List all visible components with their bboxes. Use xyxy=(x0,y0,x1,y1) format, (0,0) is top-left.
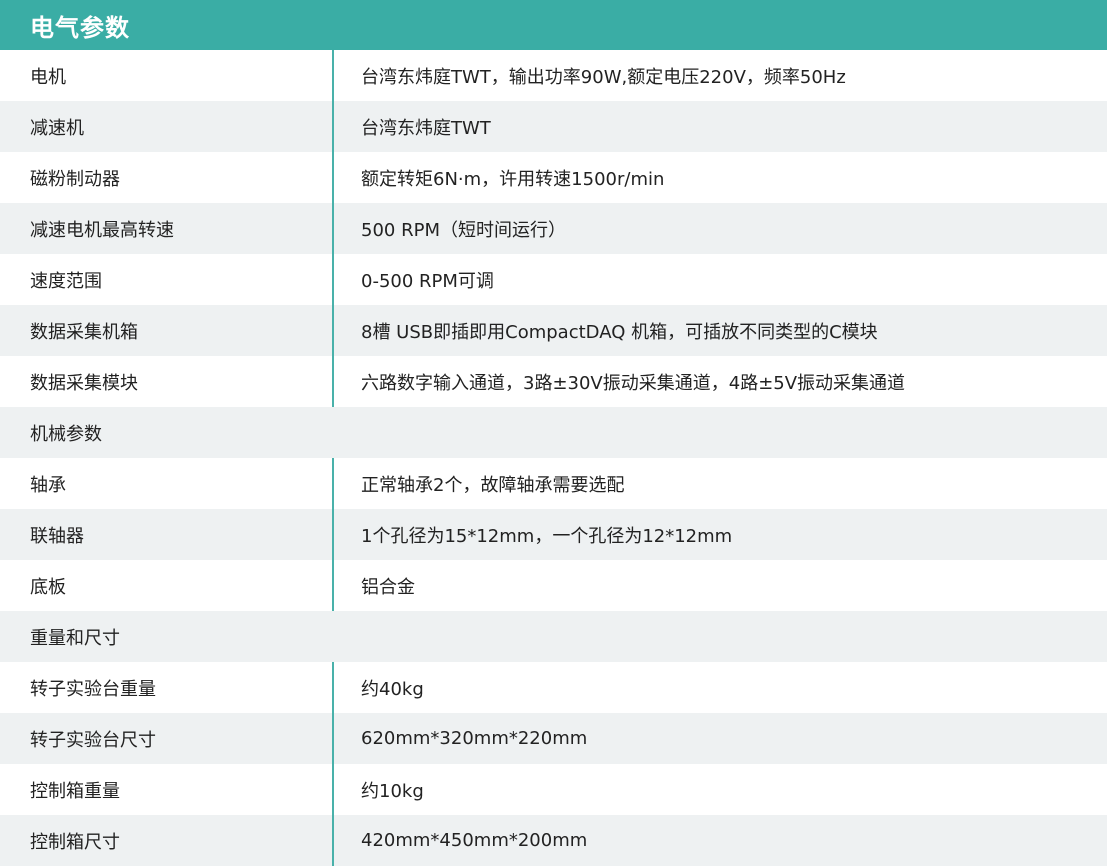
spec-row: 控制箱重量 约10kg xyxy=(0,764,1107,815)
spec-value: 台湾东炜庭TWT xyxy=(361,117,491,139)
section-header-electrical: 电气参数 xyxy=(0,0,1107,50)
spec-label: 减速电机最高转速 xyxy=(0,203,334,254)
spec-row: 转子实验台尺寸 620mm*320mm*220mm xyxy=(0,713,1107,764)
spec-value: 台湾东炜庭TWT，输出功率90W,额定电压220V，频率50Hz xyxy=(361,66,846,88)
spec-row: 速度范围 0-500 RPM可调 xyxy=(0,254,1107,305)
spec-value: 620mm*320mm*220mm xyxy=(361,728,588,749)
spec-label: 磁粉制动器 xyxy=(0,152,334,203)
spec-value: 1个孔径为15*12mm，一个孔径为12*12mm xyxy=(361,525,733,547)
spec-row: 转子实验台重量 约40kg xyxy=(0,662,1107,713)
spec-value: 额定转矩6N·m，许用转速1500r/min xyxy=(361,168,665,190)
spec-row: 数据采集模块 六路数字输入通道，3路±30V振动采集通道，4路±5V振动采集通道 xyxy=(0,356,1107,407)
spec-value: 六路数字输入通道，3路±30V振动采集通道，4路±5V振动采集通道 xyxy=(361,372,906,394)
section-row-weight-size: 重量和尺寸 xyxy=(0,611,1107,662)
spec-row: 减速电机最高转速 500 RPM（短时间运行） xyxy=(0,203,1107,254)
spec-sheet: 电气参数 电机 台湾东炜庭TWT，输出功率90W,额定电压220V，频率50Hz… xyxy=(0,0,1107,866)
spec-value: 0-500 RPM可调 xyxy=(361,270,494,292)
spec-row: 控制箱尺寸 420mm*450mm*200mm xyxy=(0,815,1107,866)
spec-label: 速度范围 xyxy=(0,254,334,305)
spec-row: 减速机 台湾东炜庭TWT xyxy=(0,101,1107,152)
spec-row: 轴承 正常轴承2个，故障轴承需要选配 xyxy=(0,458,1107,509)
spec-value: 约40kg xyxy=(361,678,424,700)
spec-value: 420mm*450mm*200mm xyxy=(361,830,588,851)
spec-row: 联轴器 1个孔径为15*12mm，一个孔径为12*12mm xyxy=(0,509,1107,560)
spec-row: 数据采集机箱 8槽 USB即插即用CompactDAQ 机箱，可插放不同类型的C… xyxy=(0,305,1107,356)
spec-label: 转子实验台重量 xyxy=(0,662,334,713)
section-title: 电气参数 xyxy=(30,13,130,42)
spec-label: 联轴器 xyxy=(0,509,334,560)
spec-row: 电机 台湾东炜庭TWT，输出功率90W,额定电压220V，频率50Hz xyxy=(0,50,1107,101)
section-label: 重量和尺寸 xyxy=(30,627,120,649)
spec-value: 约10kg xyxy=(361,780,424,802)
section-row-mechanical: 机械参数 xyxy=(0,407,1107,458)
spec-label: 数据采集模块 xyxy=(0,356,334,407)
spec-row: 底板 铝合金 xyxy=(0,560,1107,611)
spec-value: 正常轴承2个，故障轴承需要选配 xyxy=(361,474,625,496)
section-label: 机械参数 xyxy=(30,423,102,445)
spec-label: 轴承 xyxy=(0,458,334,509)
spec-value: 500 RPM（短时间运行） xyxy=(361,219,566,241)
spec-label: 底板 xyxy=(0,560,334,611)
spec-row: 磁粉制动器 额定转矩6N·m，许用转速1500r/min xyxy=(0,152,1107,203)
spec-label: 减速机 xyxy=(0,101,334,152)
spec-label: 电机 xyxy=(0,50,334,101)
spec-value: 铝合金 xyxy=(361,576,415,598)
spec-label: 数据采集机箱 xyxy=(0,305,334,356)
spec-value: 8槽 USB即插即用CompactDAQ 机箱，可插放不同类型的C模块 xyxy=(361,321,878,343)
spec-label: 控制箱重量 xyxy=(0,764,334,815)
spec-label: 控制箱尺寸 xyxy=(0,815,334,866)
spec-label: 转子实验台尺寸 xyxy=(0,713,334,764)
